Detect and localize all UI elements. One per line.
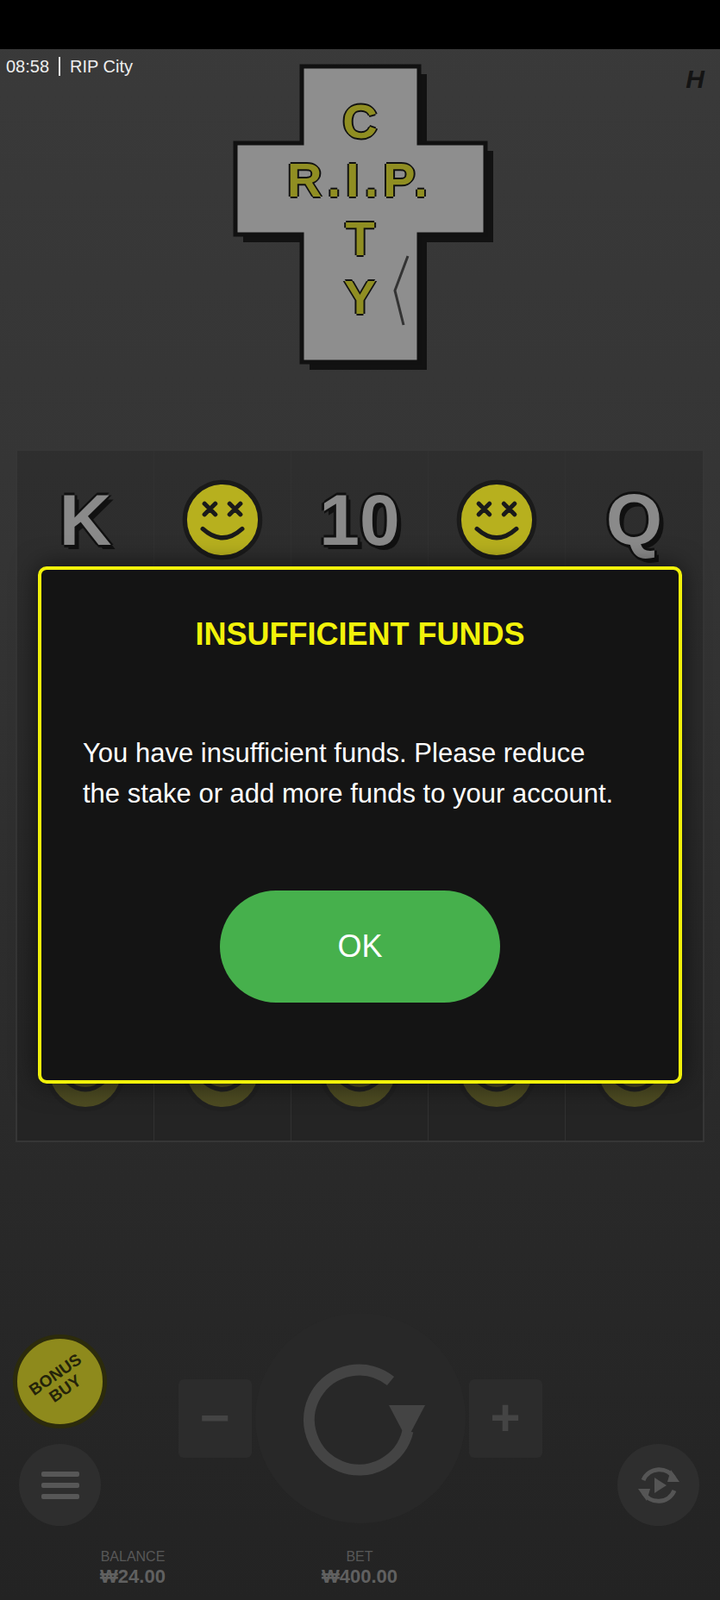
reel-symbol: Q: [606, 476, 663, 564]
logo-area: CR.I.P.TY: [0, 83, 720, 450]
bet-and-spin: −+: [120, 1305, 600, 1532]
increase-bet-button[interactable]: +: [469, 1379, 543, 1459]
balance-label: BALANCE: [100, 1548, 166, 1566]
logo-row: R.I.P.: [287, 150, 433, 210]
right-controls: [599, 1305, 720, 1532]
symbol-letter: Q: [606, 476, 663, 564]
spin-arrow-icon: [287, 1345, 434, 1492]
ok-button[interactable]: OK: [219, 890, 501, 1003]
insufficient-funds-dialog: INSUFFICIENT FUNDS You have insufficient …: [37, 566, 683, 1084]
reel-symbol: 10: [319, 476, 400, 564]
status-info: 08:58 RIP City: [6, 56, 133, 77]
dialog-message: You have insufficient funds. Please redu…: [82, 732, 618, 814]
bonus-buy-button[interactable]: BONUS BUY: [12, 1334, 107, 1429]
autoplay-button[interactable]: [617, 1444, 700, 1527]
balance-display: BALANCE₩24.00: [0, 1548, 266, 1589]
logo-bottom: TY: [336, 209, 385, 327]
symbol-letter: 10: [319, 476, 400, 564]
bet-display: BET₩400.00: [265, 1548, 454, 1589]
separator: [58, 56, 61, 76]
skull-face-icon: [177, 475, 268, 565]
clock: 08:58: [6, 56, 50, 77]
balance-bar: BALANCE₩24.00BET₩400.00: [0, 1548, 720, 1589]
logo-text: CR.I.P.TY: [235, 66, 486, 327]
menu-button[interactable]: [18, 1444, 101, 1527]
skull-face-icon: [451, 475, 542, 565]
bet-value: ₩400.00: [321, 1565, 398, 1589]
bonus-buy-label: BONUS BUY: [22, 1348, 98, 1416]
spin-button[interactable]: [255, 1313, 466, 1524]
decrease-bet-button[interactable]: −: [178, 1379, 252, 1459]
balance-value: ₩24.00: [100, 1565, 166, 1589]
brand-mark: H: [685, 65, 705, 94]
reel-symbol: [451, 475, 542, 565]
reel-symbol: K: [59, 476, 113, 564]
reel-symbol: [177, 475, 268, 565]
dialog-title: INSUFFICIENT FUNDS: [195, 616, 526, 653]
game-logo: CR.I.P.TY: [235, 66, 486, 363]
logo-top: C: [336, 92, 385, 151]
bet-label: BET: [345, 1548, 373, 1566]
system-top-bar: [0, 0, 720, 50]
symbol-letter: K: [59, 476, 113, 564]
autoplay-icon: [634, 1461, 683, 1510]
left-controls: BONUS BUY: [0, 1305, 121, 1532]
control-panel: BONUS BUY−+: [0, 1305, 720, 1532]
menu-icon: [41, 1470, 80, 1502]
game-title: RIP City: [69, 56, 133, 77]
